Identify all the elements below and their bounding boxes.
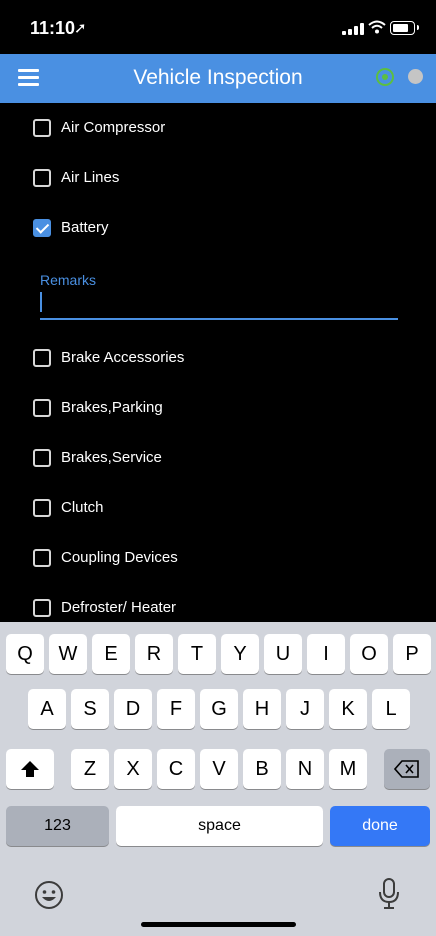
checklist-item[interactable]: Brakes,Service	[0, 438, 436, 478]
key-k[interactable]: K	[329, 689, 367, 729]
key-a[interactable]: A	[28, 689, 66, 729]
checkbox-checked[interactable]	[33, 219, 51, 237]
numbers-key[interactable]: 123	[6, 806, 109, 846]
key-c[interactable]: C	[157, 749, 195, 789]
checklist-item[interactable]: Air Compressor	[0, 108, 436, 148]
checklist-item-label: Air Lines	[61, 169, 120, 186]
key-w[interactable]: W	[49, 634, 87, 674]
wifi-icon	[368, 20, 386, 34]
key-z[interactable]: Z	[71, 749, 109, 789]
app-bar: Vehicle Inspection	[0, 54, 436, 103]
checkbox[interactable]	[33, 499, 51, 517]
delete-key[interactable]	[384, 749, 430, 789]
shift-key[interactable]	[6, 749, 54, 789]
key-g[interactable]: G	[200, 689, 238, 729]
checklist-item[interactable]: Clutch	[0, 488, 436, 528]
key-o[interactable]: O	[350, 634, 388, 674]
checklist-item-label: Brake Accessories	[61, 349, 185, 366]
checkbox[interactable]	[33, 119, 51, 137]
done-key[interactable]: done	[330, 806, 430, 846]
checklist-item-label: Brakes,Service	[61, 449, 162, 466]
key-e[interactable]: E	[92, 634, 130, 674]
key-p[interactable]: P	[393, 634, 431, 674]
text-cursor	[40, 292, 42, 312]
key-d[interactable]: D	[114, 689, 152, 729]
checkbox[interactable]	[33, 399, 51, 417]
key-u[interactable]: U	[264, 634, 302, 674]
key-q[interactable]: Q	[6, 634, 44, 674]
status-dot-icon	[408, 69, 423, 84]
checklist-item[interactable]: Air Lines	[0, 158, 436, 198]
checklist-item[interactable]: Brakes,Parking	[0, 388, 436, 428]
key-n[interactable]: N	[286, 749, 324, 789]
backspace-icon	[393, 760, 419, 778]
checklist-item[interactable]: Battery	[0, 208, 436, 248]
key-b[interactable]: B	[243, 749, 281, 789]
key-r[interactable]: R	[135, 634, 173, 674]
page-title: Vehicle Inspection	[133, 66, 303, 89]
battery-icon	[390, 21, 419, 35]
key-j[interactable]: J	[286, 689, 324, 729]
key-t[interactable]: T	[178, 634, 216, 674]
checklist-item-label: Air Compressor	[61, 119, 166, 136]
key-x[interactable]: X	[114, 749, 152, 789]
emoji-icon[interactable]	[34, 880, 64, 910]
status-bar: 11:10 ➚	[0, 0, 436, 54]
checklist-item-label: Brakes,Parking	[61, 399, 163, 416]
checkbox[interactable]	[33, 599, 51, 617]
key-v[interactable]: V	[200, 749, 238, 789]
key-y[interactable]: Y	[221, 634, 259, 674]
key-s[interactable]: S	[71, 689, 109, 729]
space-key[interactable]: space	[116, 806, 323, 846]
home-indicator	[141, 922, 296, 927]
key-h[interactable]: H	[243, 689, 281, 729]
key-m[interactable]: M	[329, 749, 367, 789]
shift-arrow-icon	[21, 761, 39, 777]
checkbox[interactable]	[33, 549, 51, 567]
remarks-field[interactable]: Remarks	[40, 266, 398, 323]
key-f[interactable]: F	[157, 689, 195, 729]
checklist-item-label: Clutch	[61, 499, 104, 516]
checklist-item-label: Coupling Devices	[61, 549, 178, 566]
checklist-item-label: Defroster/ Heater	[61, 599, 177, 616]
keyboard: Q W E R T Y U I O P A S D F G H J K L Z …	[0, 622, 436, 936]
checkbox[interactable]	[33, 169, 51, 187]
gps-target-icon[interactable]	[376, 68, 394, 86]
cellular-signal-icon	[342, 23, 364, 35]
checklist-item[interactable]: Brake Accessories	[0, 338, 436, 378]
status-time: 11:10	[30, 18, 76, 38]
remarks-underline	[40, 318, 398, 320]
key-i[interactable]: I	[307, 634, 345, 674]
location-arrow-icon: ➚	[74, 20, 87, 37]
checkbox[interactable]	[33, 449, 51, 467]
remarks-label: Remarks	[40, 272, 97, 288]
key-l[interactable]: L	[372, 689, 410, 729]
checkbox[interactable]	[33, 349, 51, 367]
microphone-icon[interactable]	[378, 878, 400, 910]
checklist-item[interactable]: Coupling Devices	[0, 538, 436, 578]
checklist-item-label: Battery	[61, 219, 109, 236]
